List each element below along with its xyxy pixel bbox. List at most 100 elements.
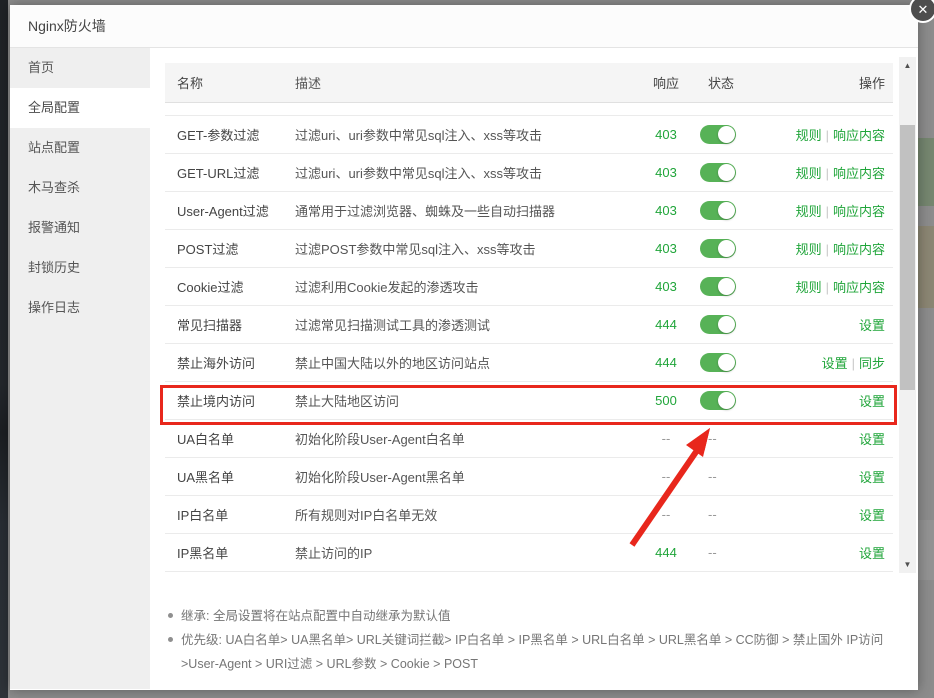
bullet-icon [168, 613, 173, 618]
action-link[interactable]: 规则 [796, 242, 822, 257]
rule-response-code: 403 [640, 279, 692, 294]
rule-actions-cell: 设置 [762, 467, 893, 486]
action-link[interactable]: 设置 [859, 318, 885, 333]
rule-description: 过滤POST参数中常见sql注入、xss等攻击 [295, 239, 640, 258]
status-toggle-on[interactable] [700, 277, 736, 296]
rule-name: UA白名单 [165, 429, 295, 448]
scroll-down-icon[interactable]: ▼ [899, 556, 916, 573]
rule-response-code: 444 [640, 317, 692, 332]
rule-description: 禁止访问的IP [295, 543, 640, 562]
rule-response-code: 500 [640, 393, 692, 408]
action-link[interactable]: 规则 [796, 204, 822, 219]
rule-name: 禁止境内访问 [165, 391, 295, 410]
rule-actions-cell: 设置 [762, 429, 893, 448]
rule-response-code: 403 [640, 127, 692, 142]
scrollbar-thumb[interactable] [900, 125, 915, 390]
table-row: Cookie过滤 过滤利用Cookie发起的渗透攻击 403 规则 | 响应内容 [165, 268, 893, 306]
status-toggle-on[interactable] [700, 353, 736, 372]
rule-description: 过滤利用Cookie发起的渗透攻击 [295, 277, 640, 296]
action-link[interactable]: 设置 [859, 470, 885, 485]
action-separator: | [852, 356, 855, 371]
note-text: 优先级: UA白名单> UA黑名单> URL关键词拦截> IP白名单 > IP黑… [181, 633, 883, 671]
header-response: 响应 [640, 73, 692, 92]
table-row: 禁止海外访问 禁止中国大陆以外的地区访问站点 444 设置|同步 [165, 344, 893, 382]
action-link[interactable]: 设置 [859, 432, 885, 447]
sidebar-item-home[interactable]: 首页 [10, 48, 150, 88]
table-row: UA白名单 初始化阶段User-Agent白名单 -- -- 设置 [165, 420, 893, 458]
action-separator: | [826, 280, 829, 295]
action-link[interactable]: 响应内容 [833, 280, 885, 295]
sidebar-item-label: 首页 [28, 60, 54, 75]
table-row: IP黑名单 禁止访问的IP 444 -- 设置 [165, 534, 893, 572]
sidebar-item-block-history[interactable]: 封锁历史 [10, 248, 150, 288]
rule-name: Cookie过滤 [165, 277, 295, 296]
status-toggle-on[interactable] [700, 239, 736, 258]
action-link[interactable]: 同步 [859, 356, 885, 371]
rule-status-cell: -- [692, 431, 762, 446]
sidebar-item-label: 报警通知 [28, 220, 80, 235]
action-link[interactable]: 设置 [859, 394, 885, 409]
action-link[interactable]: 规则 [796, 280, 822, 295]
rule-actions-cell: 设置 [762, 543, 893, 562]
action-link[interactable]: 规则 [796, 166, 822, 181]
rule-name: POST过滤 [165, 239, 295, 258]
action-separator: | [826, 242, 829, 257]
sidebar-item-label: 封锁历史 [28, 260, 80, 275]
action-separator: | [826, 204, 829, 219]
rule-status-cell [692, 353, 762, 372]
action-link[interactable]: 响应内容 [833, 204, 885, 219]
status-toggle-on[interactable] [700, 125, 736, 144]
status-toggle-on[interactable] [700, 391, 736, 410]
rule-description: 所有规则对IP白名单无效 [295, 505, 640, 524]
status-empty: -- [700, 469, 717, 484]
status-toggle-on[interactable] [700, 163, 736, 182]
rule-actions-cell: 规则 | 响应内容 [762, 239, 893, 258]
rule-status-cell [692, 391, 762, 410]
rule-status-cell [692, 315, 762, 334]
header-action: 操作 [762, 73, 893, 92]
bullet-icon [168, 637, 173, 642]
sidebar-item-alert-notify[interactable]: 报警通知 [10, 208, 150, 248]
dialog-title: Nginx防火墙 [28, 16, 106, 36]
status-toggle-on[interactable] [700, 315, 736, 334]
rule-name: GET-URL过滤 [165, 163, 295, 182]
background-dark-sidebar [0, 0, 8, 698]
sidebar-item-operation-log[interactable]: 操作日志 [10, 288, 150, 328]
action-link[interactable]: 设置 [859, 546, 885, 561]
rule-status-cell: -- [692, 545, 762, 560]
action-link[interactable]: 响应内容 [833, 166, 885, 181]
note-text: 继承: 全局设置将在站点配置中自动继承为默认值 [181, 609, 450, 623]
status-empty: -- [700, 545, 717, 560]
scroll-up-icon[interactable]: ▲ [899, 57, 916, 74]
header-name: 名称 [165, 73, 295, 92]
status-toggle-on[interactable] [700, 201, 736, 220]
action-link[interactable]: 规则 [796, 128, 822, 143]
rules-table: 名称 描述 响应 状态 操作 GET-参数过滤 过滤uri、uri参数中常见sq… [165, 63, 893, 572]
rule-description: 初始化阶段User-Agent黑名单 [295, 467, 640, 486]
rule-description: 禁止大陆地区访问 [295, 391, 640, 410]
rule-name: IP白名单 [165, 505, 295, 524]
rule-status-cell [692, 163, 762, 182]
rule-response-code: -- [640, 431, 692, 446]
sidebar-item-label: 操作日志 [28, 300, 80, 315]
sidebar-item-global-config[interactable]: 全局配置 [10, 88, 150, 128]
sidebar-item-trojan-scan[interactable]: 木马查杀 [10, 168, 150, 208]
rule-name: GET-参数过滤 [165, 125, 295, 144]
sidebar-item-site-config[interactable]: 站点配置 [10, 128, 150, 168]
action-link[interactable]: 设置 [822, 356, 848, 371]
action-link[interactable]: 设置 [859, 508, 885, 523]
rule-status-cell: -- [692, 507, 762, 522]
table-row: IP白名单 所有规则对IP白名单无效 -- -- 设置 [165, 496, 893, 534]
action-link[interactable]: 响应内容 [833, 128, 885, 143]
rule-status-cell [692, 239, 762, 258]
dialog-title-bar: Nginx防火墙 [10, 5, 918, 48]
main-panel: 名称 描述 响应 状态 操作 GET-参数过滤 过滤uri、uri参数中常见sq… [150, 48, 918, 689]
header-desc: 描述 [295, 73, 640, 92]
rule-actions-cell: 规则|响应内容 [762, 125, 893, 144]
rule-actions-cell: 规则 | 响应内容 [762, 277, 893, 296]
table-scrollbar[interactable]: ▲ ▼ [899, 57, 916, 573]
note-item: 优先级: UA白名单> UA黑名单> URL关键词拦截> IP白名单 > IP黑… [165, 628, 891, 676]
rule-name: UA黑名单 [165, 467, 295, 486]
rule-response-code: 403 [640, 165, 692, 180]
action-link[interactable]: 响应内容 [833, 242, 885, 257]
